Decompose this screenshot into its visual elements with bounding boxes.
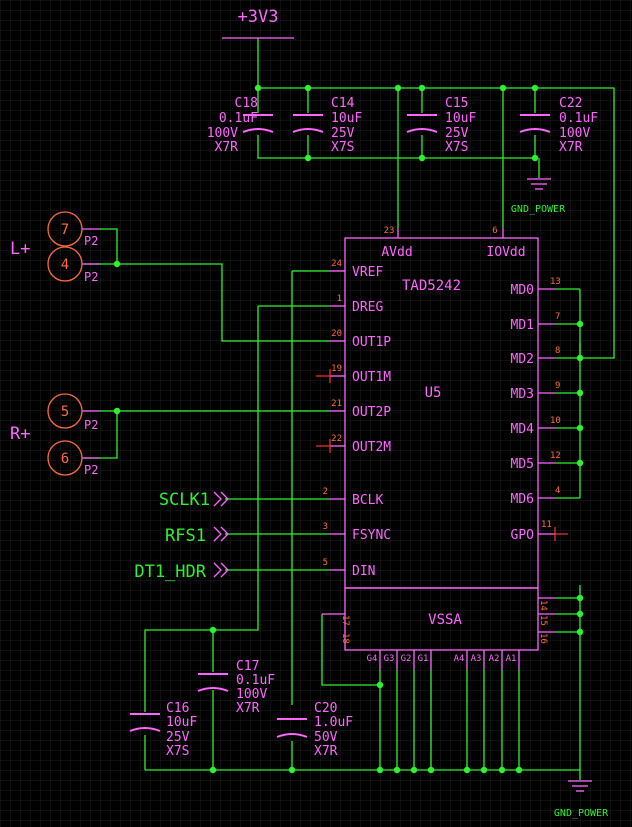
port-label: SCLK1: [159, 490, 210, 510]
ref-p2: P2: [84, 270, 98, 284]
cap-ref: C16: [166, 701, 189, 716]
pin-num-11: 11: [541, 520, 552, 530]
pin-label-din: DIN: [352, 564, 375, 579]
pin-label-avdd: AVdd: [381, 245, 412, 260]
pin-num-p2-6: 6: [61, 451, 69, 467]
cap-dielectric: X7S: [445, 140, 468, 155]
pin-num-3: 3: [323, 522, 328, 532]
ref-p2: P2: [84, 418, 98, 432]
pin-label-out1p: OUT1P: [352, 335, 391, 350]
cap-ref: C22: [559, 96, 582, 111]
pin-label-vref: VREF: [352, 265, 383, 280]
ref-p2: P2: [84, 463, 98, 477]
chip-name: TAD5242: [402, 278, 461, 294]
cap-voltage: 25V: [166, 730, 190, 745]
cap-dielectric: X7S: [331, 140, 354, 155]
pin-label-md5: MD5: [511, 457, 534, 472]
pin-num-p2-4: 4: [61, 257, 69, 273]
pin-label-md6: MD6: [511, 492, 534, 507]
pin-num-21: 21: [331, 399, 342, 409]
pin-num-13: 13: [550, 277, 561, 287]
pin-num-2: 2: [323, 487, 328, 497]
chip-ref: U5: [425, 385, 442, 401]
schematic-canvas: +3V3 GND_POWER GND_POWER C18 0.1uF 100V …: [0, 0, 632, 827]
pin-num-14: 14: [538, 600, 548, 611]
pin-num-23: 23: [384, 226, 395, 236]
pin-label-md2: MD2: [511, 352, 534, 367]
pin-num-10: 10: [550, 416, 561, 426]
cap-voltage: 50V: [314, 730, 338, 745]
pin-label-bclk: BCLK: [352, 493, 383, 508]
pin-label-md4: MD4: [511, 422, 535, 437]
pin-label-gpo: GPO: [511, 528, 535, 543]
cap-voltage: 25V: [331, 126, 355, 141]
pin-num-4: 4: [555, 486, 560, 496]
pin-label-md1: MD1: [511, 318, 534, 333]
cap-ref: C14: [331, 96, 355, 111]
cap-dielectric: X7R: [559, 140, 583, 155]
cap-dielectric: X7R: [314, 744, 338, 759]
cap-value: 0.1uF: [219, 111, 258, 126]
cap-value: 10uF: [166, 715, 197, 730]
cap-ref: C17: [236, 659, 259, 674]
cap-voltage: 25V: [445, 126, 469, 141]
pin-num-17: 17: [340, 615, 350, 626]
pin-label-g1: G1: [418, 654, 429, 664]
pin-num-20: 20: [331, 329, 342, 339]
pin-label-out2p: OUT2P: [352, 405, 391, 420]
gnd-label-top: GND_POWER: [511, 204, 566, 215]
cap-dielectric: X7S: [166, 744, 189, 759]
cap-value: 1.0uF: [314, 715, 353, 730]
cap-ref: C20: [314, 701, 337, 716]
cap-ref: C15: [445, 96, 468, 111]
net-label-r-plus: R+: [10, 424, 30, 444]
pin-num-9: 9: [555, 381, 560, 391]
cap-voltage: 100V: [207, 126, 238, 141]
pin-num-5: 5: [323, 558, 328, 568]
pin-num-24: 24: [331, 259, 342, 269]
pin-num-15: 15: [538, 615, 548, 626]
pin-label-a3: A3: [471, 654, 482, 664]
supply-label: +3V3: [238, 7, 279, 27]
pin-num-18: 18: [340, 633, 350, 644]
pin-label-md3: MD3: [511, 387, 534, 402]
pin-num-6: 6: [492, 226, 497, 236]
pin-num-1: 1: [337, 294, 342, 304]
pin-label-md0: MD0: [511, 283, 534, 298]
pin-num-12: 12: [550, 451, 561, 461]
net-label-l-plus: L+: [10, 239, 30, 259]
pin-num-p2-5: 5: [61, 404, 69, 420]
pin-label-out2m: OUT2M: [352, 440, 391, 455]
pin-label-g4: G4: [367, 654, 378, 664]
pin-num-p2-7: 7: [61, 222, 69, 238]
pin-label-a4: A4: [454, 654, 465, 664]
cap-dielectric: X7R: [215, 140, 239, 155]
port-label: RFS1: [165, 526, 206, 546]
pin-label-a2: A2: [489, 654, 500, 664]
ref-p2: P2: [84, 234, 98, 248]
cap-dielectric: X7R: [236, 701, 260, 716]
pin-label-iovdd: IOVdd: [486, 245, 525, 260]
pin-label-g2: G2: [401, 654, 412, 664]
pin-label-fsync: FSYNC: [352, 528, 391, 543]
pin-label-out1m: OUT1M: [352, 370, 391, 385]
cap-value: 10uF: [331, 111, 362, 126]
cap-value: 0.1uF: [236, 673, 275, 688]
cap-value: 10uF: [445, 111, 476, 126]
port-label: DT1_HDR: [134, 562, 206, 582]
cap-ref: C18: [235, 96, 258, 111]
pin-num-22: 22: [331, 434, 342, 444]
cap-voltage: 100V: [236, 687, 267, 702]
cap-value: 0.1uF: [559, 111, 598, 126]
gnd-label-bottom: GND_POWER: [554, 808, 609, 819]
pin-num-16: 16: [538, 633, 548, 644]
pin-label-a1: A1: [506, 654, 517, 664]
pin-label-dreg: DREG: [352, 300, 383, 315]
cap-voltage: 100V: [559, 126, 590, 141]
pin-label-g3: G3: [384, 654, 395, 664]
vssa-label: VSSA: [428, 612, 462, 628]
pin-num-19: 19: [331, 364, 342, 374]
pin-num-8: 8: [555, 346, 560, 356]
pin-num-7: 7: [555, 312, 560, 322]
